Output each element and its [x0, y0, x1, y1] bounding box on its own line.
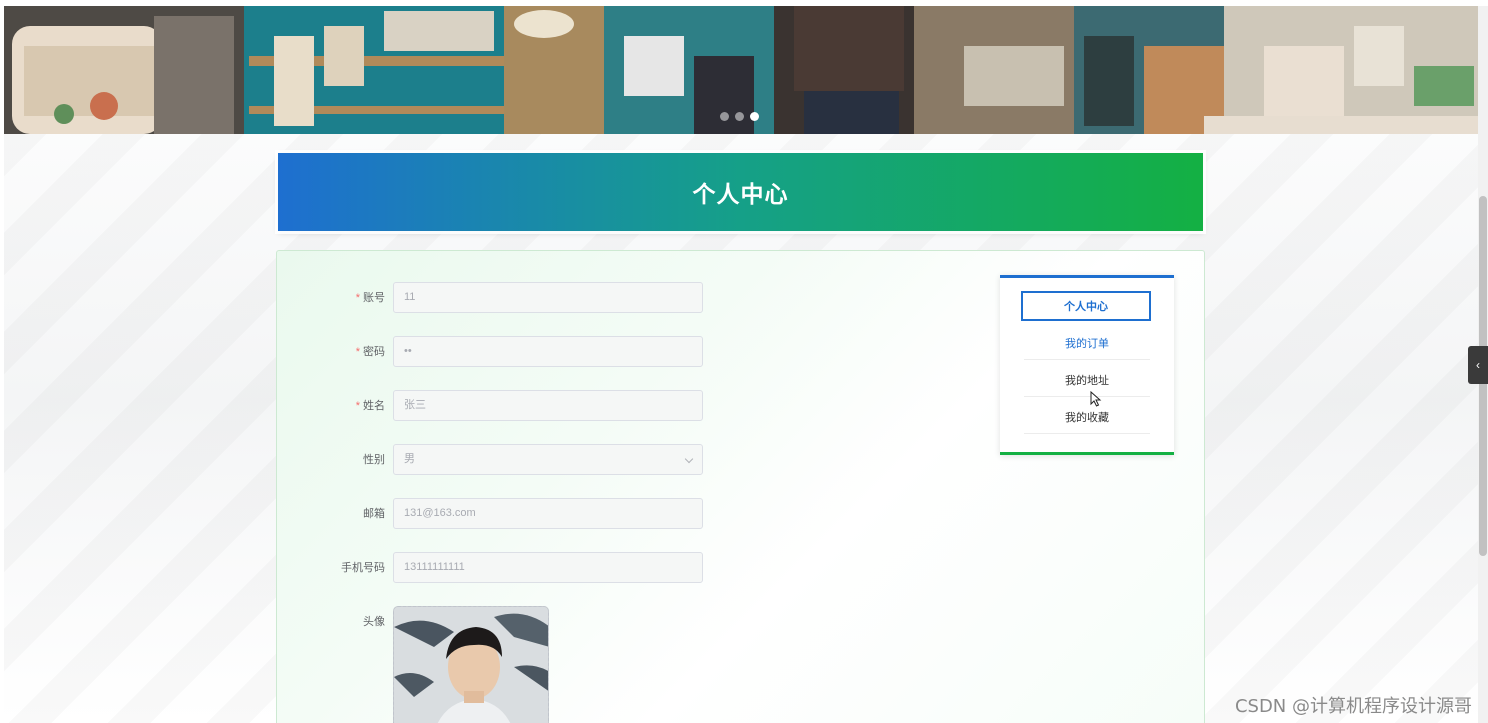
side-menu: 个人中心 我的订单 我的地址 我的收藏 — [1000, 275, 1174, 455]
form-row-gender: 性别 男 — [277, 444, 717, 476]
carousel-dots — [720, 112, 759, 121]
carousel-dot[interactable] — [735, 112, 744, 121]
profile-panel: * 账号 11 * 密码 •• * 姓名 张三 性别 男 邮箱 131@163.com… — [276, 250, 1205, 723]
gender-select-value: 男 — [404, 453, 415, 465]
email-input[interactable]: 131@163.com — [393, 498, 703, 529]
gender-select[interactable]: 男 — [393, 444, 703, 475]
page-title: 个人中心 — [692, 181, 789, 207]
carousel-dot-active[interactable] — [750, 112, 759, 121]
chevron-down-icon — [684, 454, 694, 464]
email-label: 邮箱 — [363, 508, 385, 520]
account-label: * 账号 — [355, 292, 385, 304]
form-row-password: * 密码 •• — [277, 336, 717, 368]
page-frame: 个人中心 * 账号 11 * 密码 •• * 姓名 张三 性别 男 邮箱 131@16… — [4, 6, 1478, 723]
phone-input[interactable]: 13111111111 — [393, 552, 703, 583]
watermark: CSDN @计算机程序设计源哥 — [1234, 696, 1472, 717]
required-star: * — [355, 346, 360, 358]
banner-carousel[interactable] — [4, 6, 1478, 134]
phone-label: 手机号码 — [341, 562, 385, 574]
account-input[interactable]: 11 — [393, 282, 703, 313]
chevron-left-icon: ‹ — [1476, 358, 1480, 372]
avatar-upload[interactable] — [393, 606, 549, 723]
side-panel-toggle[interactable]: ‹ — [1468, 346, 1488, 384]
form-row-avatar: 头像 — [277, 606, 717, 723]
form-row-phone: 手机号码 13111111111 — [277, 552, 717, 584]
name-label: * 姓名 — [355, 400, 385, 412]
avatar-label: 头像 — [363, 616, 385, 628]
password-input[interactable]: •• — [393, 336, 703, 367]
menu-item-address[interactable]: 我的地址 — [1024, 365, 1150, 397]
form-row-name: * 姓名 张三 — [277, 390, 717, 422]
menu-item-orders[interactable]: 我的订单 — [1024, 328, 1150, 360]
form-row-account: * 账号 11 — [277, 282, 717, 314]
mouse-cursor-icon — [1090, 391, 1102, 407]
carousel-dot[interactable] — [720, 112, 729, 121]
required-star: * — [355, 400, 360, 412]
gender-label: 性别 — [363, 454, 385, 466]
avatar-image — [394, 607, 548, 723]
page-title-bar: 个人中心 — [278, 153, 1203, 231]
required-star: * — [355, 292, 360, 304]
menu-item-favorites[interactable]: 我的收藏 — [1024, 402, 1150, 434]
password-label: * 密码 — [355, 346, 385, 358]
menu-item-profile[interactable]: 个人中心 — [1021, 291, 1151, 321]
name-input[interactable]: 张三 — [393, 390, 703, 421]
form-row-email: 邮箱 131@163.com — [277, 498, 717, 530]
